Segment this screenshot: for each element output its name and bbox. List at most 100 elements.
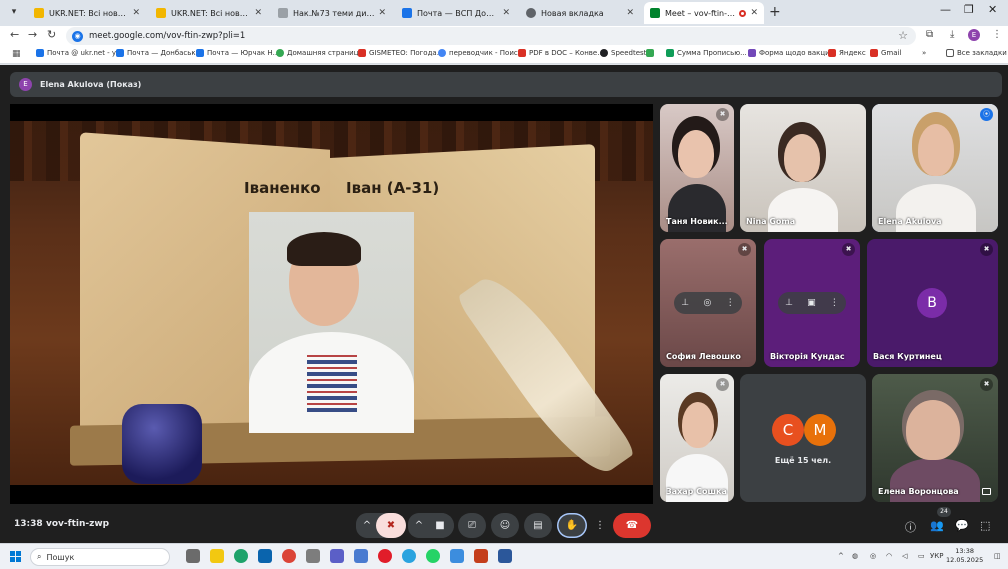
browser-menu-icon[interactable]: ⋮ <box>992 29 1002 40</box>
browser-tab-meet[interactable]: Meet – vov-ftin-zwp ✕ <box>644 2 764 24</box>
participant-tile[interactable]: ✖ Таня Новик... <box>660 104 734 232</box>
reactions-button[interactable]: ☺ <box>491 513 519 538</box>
more-options-icon[interactable]: ⋮ <box>591 513 609 538</box>
bookmark-2[interactable]: Почта — Донбаськ... <box>116 49 202 57</box>
more-options-icon[interactable]: ⋮ <box>830 298 839 308</box>
close-icon[interactable]: ✕ <box>750 8 758 18</box>
more-options-icon[interactable]: ⋮ <box>726 298 735 308</box>
chrome-icon[interactable] <box>282 549 296 563</box>
bookmark-11[interactable]: Форма щодо вакци... <box>748 49 836 57</box>
volume-icon[interactable]: ◁ <box>902 552 907 560</box>
more-participants-tile[interactable]: C M Ещё 15 чел. <box>740 374 866 502</box>
participant-tile[interactable]: Nina Goma <box>740 104 866 232</box>
tray-app-icon[interactable]: ◎ <box>870 552 876 560</box>
participant-tile[interactable]: ✖ B Вася Куртинец <box>867 239 998 367</box>
captions-button[interactable]: ▤ <box>524 513 552 538</box>
bookmark-7[interactable]: PDF в DOC – Конве... <box>518 49 604 57</box>
meeting-info-icon[interactable]: ⓘ <box>905 519 916 535</box>
participant-tile-speaking[interactable]: ⦿ Elena Akulova <box>872 104 998 232</box>
system-clock[interactable]: 13:38 12.05.2025 <box>946 547 983 565</box>
download-icon[interactable]: ⤓ <box>950 29 954 40</box>
restore-icon[interactable]: ❐ <box>964 3 974 16</box>
camera-button[interactable]: ■ <box>426 513 454 538</box>
close-icon[interactable]: ✕ <box>254 8 262 18</box>
edge-browser-icon[interactable] <box>234 549 248 563</box>
taskbar-search[interactable]: ⌕ Пошук <box>30 548 170 566</box>
profile-avatar[interactable]: E <box>968 29 980 41</box>
wifi-icon[interactable]: ◠ <box>886 552 892 560</box>
close-window-icon[interactable]: ✕ <box>988 3 997 16</box>
bookmark-star-icon[interactable]: ☆ <box>898 29 908 42</box>
minimize-icon[interactable]: — <box>940 3 951 16</box>
outlook-icon[interactable] <box>258 549 272 563</box>
picture-in-picture-icon[interactable] <box>982 488 991 495</box>
bookmark-13[interactable]: Gmail <box>870 49 901 57</box>
back-icon[interactable]: ← <box>10 28 19 41</box>
teams-icon[interactable] <box>330 549 344 563</box>
opera-icon[interactable] <box>378 549 392 563</box>
word-icon[interactable] <box>498 549 512 563</box>
bookmark-8[interactable]: Speedtest <box>600 49 646 57</box>
windows-start-icon[interactable] <box>10 551 21 562</box>
bookmark-5[interactable]: GISMETEO: Погода... <box>358 49 443 57</box>
close-icon[interactable]: ✕ <box>502 8 510 18</box>
app-icon[interactable] <box>450 549 464 563</box>
people-icon[interactable]: 👥 <box>930 519 944 532</box>
presentation-stage[interactable]: Іваненко Іван (А-31) <box>10 104 653 504</box>
browser-tab-1[interactable]: UKR.NET: Всі новини України, ✕ <box>28 2 146 24</box>
whatsapp-icon[interactable] <box>426 549 440 563</box>
browser-tab-2[interactable]: UKR.NET: Всі новини України, ✕ <box>150 2 268 24</box>
bookmark-12[interactable]: Яндекс <box>828 49 866 57</box>
bookmarks-overflow-icon[interactable]: » <box>922 49 926 57</box>
pin-icon[interactable]: ⊥ <box>681 298 689 308</box>
keyboard-language[interactable]: УКР <box>930 552 943 560</box>
browser-tab-4[interactable]: Почта — ВСП Донбаський агр ✕ <box>396 2 516 24</box>
reload-icon[interactable]: ↻ <box>47 28 56 41</box>
bookmark-4[interactable]: Домашняя страниц... <box>276 49 365 57</box>
new-tab-button[interactable]: + <box>769 4 781 20</box>
frame-icon[interactable]: ▣ <box>807 298 816 308</box>
file-explorer-icon[interactable] <box>210 549 224 563</box>
participant-tile[interactable]: ✖ ⊥ ◎ ⋮ София Левошко <box>660 239 756 367</box>
calculator-icon[interactable] <box>354 549 368 563</box>
bookmark-1[interactable]: Почта @ ukr.net - у... <box>36 49 123 57</box>
participant-tile[interactable]: ✖ Захар Сошка <box>660 374 734 502</box>
task-view-icon[interactable] <box>186 549 200 563</box>
activities-icon[interactable]: ⬚ <box>980 519 990 532</box>
frame-icon[interactable]: ◎ <box>703 298 711 308</box>
present-screen-button[interactable]: ⎚ <box>458 513 486 538</box>
bookmark-3[interactable]: Почта — Юрчак Н... <box>196 49 279 57</box>
browser-tab-5[interactable]: Новая вкладка ✕ <box>520 2 640 24</box>
forward-icon[interactable]: → <box>28 28 37 41</box>
all-bookmarks-folder[interactable]: Все закладки <box>946 49 1007 57</box>
notifications-icon[interactable]: ◫ <box>994 552 1001 560</box>
battery-icon[interactable]: ▭ <box>918 552 925 560</box>
telegram-icon[interactable] <box>402 549 416 563</box>
close-icon[interactable]: ✕ <box>378 8 386 18</box>
extensions-icon[interactable]: ⧉ <box>926 29 933 40</box>
bookmark-6[interactable]: переводчик - Поис... <box>438 49 524 57</box>
tile-hover-controls[interactable]: ⊥ ◎ ⋮ <box>674 292 742 314</box>
apps-grid-icon[interactable]: ▦ <box>12 49 21 59</box>
browser-tab-3[interactable]: Нак.№73 теми дипл. проектів ✕ <box>272 2 392 24</box>
address-bar[interactable]: ◉ meet.google.com/vov-ftin-zwp?pli=1 ☆ <box>66 27 916 45</box>
raise-hand-button[interactable]: ✋ <box>557 513 587 538</box>
tray-overflow-icon[interactable]: ^ <box>838 552 844 560</box>
powerpoint-icon[interactable] <box>474 549 488 563</box>
mic-off-button[interactable]: ✖ <box>376 513 406 538</box>
bookmark-10[interactable]: Сумма Прописью... <box>666 49 747 57</box>
audio-options-chevron-icon[interactable]: ^ <box>356 513 378 538</box>
site-info-icon[interactable]: ◉ <box>72 30 83 42</box>
tab-search-icon[interactable]: ▾ <box>6 4 22 20</box>
leave-call-button[interactable]: ☎ <box>613 513 651 538</box>
tray-app-icon[interactable]: ◍ <box>852 552 858 560</box>
close-icon[interactable]: ✕ <box>132 8 140 18</box>
app-icon[interactable] <box>306 549 320 563</box>
chat-icon[interactable]: 💬 <box>955 519 969 532</box>
close-icon[interactable]: ✕ <box>626 8 634 18</box>
participant-tile[interactable]: ✖ ⊥ ▣ ⋮ Вікторія Кундас <box>764 239 860 367</box>
bookmark-9[interactable] <box>646 49 657 57</box>
pin-icon[interactable]: ⊥ <box>785 298 793 308</box>
tile-hover-controls[interactable]: ⊥ ▣ ⋮ <box>778 292 846 314</box>
participant-tile[interactable]: ✖ Елена Воронцова <box>872 374 998 502</box>
